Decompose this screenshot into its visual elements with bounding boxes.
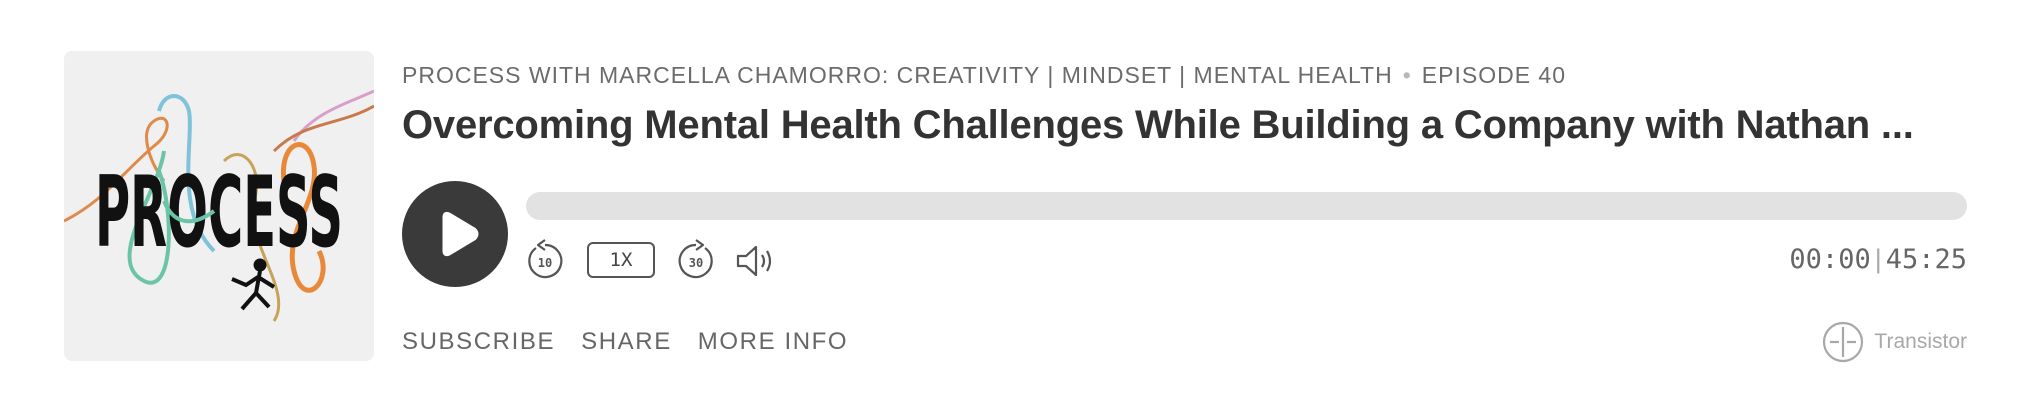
svg-text:10: 10 — [538, 256, 552, 270]
subscribe-link[interactable]: SUBSCRIBE — [402, 328, 555, 356]
transistor-logo-icon — [1823, 321, 1864, 363]
rewind-10-icon: 10 — [528, 239, 563, 279]
forward-30-button[interactable]: 30 — [677, 238, 715, 282]
time-display: 00:00 | 45:25 — [1789, 244, 1967, 275]
episode-number: EPISODE 40 — [1421, 62, 1567, 88]
more-info-link[interactable]: MORE INFO — [698, 328, 848, 356]
transistor-branding[interactable]: Transistor — [1822, 321, 1967, 363]
rewind-10-button[interactable]: 10 — [526, 238, 564, 282]
separator-dot: • — [1402, 62, 1412, 88]
episode-links: SUBSCRIBE SHARE MORE INFO — [402, 328, 848, 356]
current-time: 00:00 — [1789, 244, 1871, 275]
duration: 45:25 — [1885, 244, 1967, 275]
play-button[interactable] — [402, 181, 508, 287]
process-wordmark: PROCESS — [95, 156, 343, 270]
volume-icon — [736, 245, 772, 277]
volume-button[interactable] — [736, 244, 778, 278]
process-logo-artwork: PROCESS — [64, 89, 374, 322]
time-separator: | — [1874, 244, 1882, 274]
svg-text:PROCESS: PROCESS — [95, 156, 343, 270]
play-icon — [442, 211, 479, 257]
share-link[interactable]: SHARE — [581, 328, 672, 356]
forward-30-icon: 30 — [678, 239, 713, 279]
svg-text:30: 30 — [689, 256, 703, 270]
playback-speed-button[interactable]: 1X — [587, 242, 655, 278]
progress-bar[interactable] — [526, 192, 1967, 220]
transistor-brand-name: Transistor — [1874, 330, 1967, 353]
podcast-artwork: PROCESS — [64, 51, 374, 361]
episode-title: Overcoming Mental Health Challenges Whil… — [402, 103, 1914, 147]
show-name: PROCESS WITH MARCELLA CHAMORRO: CREATIVI… — [402, 62, 1393, 88]
show-info: PROCESS WITH MARCELLA CHAMORRO: CREATIVI… — [402, 62, 1566, 89]
